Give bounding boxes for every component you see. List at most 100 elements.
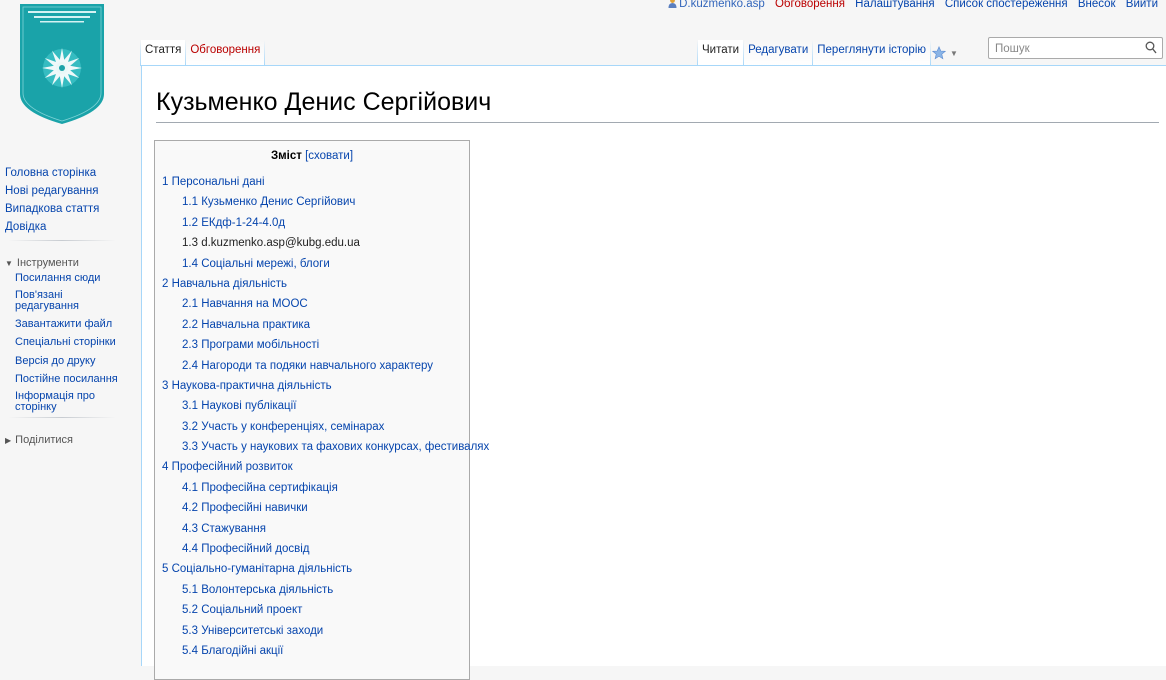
sidebar-nav-link[interactable]: Довідка <box>5 218 125 236</box>
toc-header: Зміст [сховати] <box>155 150 469 166</box>
toc-number: 1.2 <box>182 216 198 229</box>
toc-number: 5.2 <box>182 604 198 617</box>
sidebar-tool-link[interactable]: Постійне посилання <box>15 370 125 389</box>
toc-text: Навчальна діяльність <box>171 277 288 290</box>
view-tabs: Читати Редагувати Переглянути історію ▼ <box>697 40 961 67</box>
toc-text: Університетські заходи <box>201 624 324 637</box>
navigation-portal: Головна сторінка Нові редагування Випадков… <box>5 164 125 236</box>
site-logo[interactable] <box>18 2 106 126</box>
sidebar-nav-link[interactable]: Нові редагування <box>5 182 125 200</box>
toc-number: 5.3 <box>182 624 198 637</box>
toc-text: Соціально-гуманітарна діяльність <box>171 563 353 576</box>
toc-text: Соціальний проект <box>201 604 303 617</box>
toc-item[interactable]: 2.1 Навчання на MOOC <box>162 296 489 316</box>
table-of-contents: Зміст [сховати] 1 Персональні дані 1.1 Ку… <box>154 140 489 680</box>
toc-text: Професійна сертифікація <box>201 481 338 494</box>
tab-separator <box>264 40 266 66</box>
toc-text: Благодійні акції <box>201 644 284 657</box>
toc-text: Наукова-практична діяльність <box>171 379 332 392</box>
toc-item[interactable]: 2.3 Програми мобільності <box>162 337 489 357</box>
personal-tools: D.kuzmenko.asp Обговорення Налаштування … <box>661 0 1158 10</box>
toc-item[interactable]: 5.4 Благодійні акції <box>162 643 489 663</box>
tab-edit[interactable]: Редагувати <box>744 40 813 67</box>
preferences-link[interactable]: Налаштування <box>855 0 934 10</box>
content-area: Кузьменко Денис Сергійович Зміст [сховат… <box>141 65 1166 680</box>
toc-number: 4 <box>162 461 169 474</box>
toc-text: Участь у конференціях, семінарах <box>201 420 385 433</box>
toc-number: 3.1 <box>182 400 198 413</box>
tools-heading[interactable]: ▼ Інструменти <box>5 252 125 269</box>
sidebar: Головна сторінка Нові редагування Випадков… <box>5 164 125 446</box>
sidebar-nav-link[interactable]: Випадкова стаття <box>5 200 125 218</box>
toc-toggle-link[interactable]: [сховати] <box>305 150 353 162</box>
user-talk-link[interactable]: Обговорення <box>775 0 845 10</box>
toc-item[interactable]: 4.2 Професійні навички <box>162 500 489 520</box>
toc-number: 3 <box>162 379 169 392</box>
toc-number: 2.1 <box>182 298 198 311</box>
toc-number: 2.4 <box>182 359 198 372</box>
user-icon <box>668 0 677 8</box>
toc-text: ЕКдф-1-24-4.0д <box>201 216 286 229</box>
toc-item[interactable]: 2.2 Навчальна практика <box>162 317 489 337</box>
contributions-link[interactable]: Внесок <box>1078 0 1116 10</box>
toc-number: 1 <box>162 176 169 188</box>
toc-item[interactable]: 1.3 d.kuzmenko.asp@kubg.edu.ua <box>162 235 489 255</box>
tab-history[interactable]: Переглянути історію <box>813 40 930 67</box>
sidebar-nav-link[interactable]: Головна сторінка <box>5 164 125 182</box>
tab-read[interactable]: Читати <box>698 40 744 67</box>
search-icon[interactable] <box>1145 41 1157 54</box>
toc-item[interactable]: 3 Наукова-практична діяльність <box>162 378 489 398</box>
toc-item[interactable]: 2.4 Нагороди та подяки навчального харак… <box>162 358 489 378</box>
sidebar-tool-link[interactable]: Інформація про сторінку <box>15 390 125 413</box>
toc-item[interactable]: 2 Навчальна діяльність <box>162 276 489 296</box>
toc-text: Персональні дані <box>171 176 265 188</box>
tools-portal: Посилання сюди Пов'язані редагування Заван… <box>5 269 125 413</box>
toc-number: 2.3 <box>182 339 198 352</box>
toc-item[interactable]: 1.1 Кузьменко Денис Сергійович <box>162 194 489 214</box>
sidebar-tool-link[interactable]: Посилання сюди <box>15 269 125 288</box>
toc-item[interactable]: 5.1 Волонтерська діяльність <box>162 582 489 602</box>
search-box <box>988 37 1163 59</box>
watch-star-icon[interactable] <box>931 40 947 66</box>
sidebar-tool-link[interactable]: Пов'язані редагування <box>15 289 125 312</box>
toc-item[interactable]: 5.3 Університетські заходи <box>162 623 489 643</box>
toc-item[interactable]: 5 Соціально-гуманітарна діяльність <box>162 561 489 581</box>
toc-text: Навчання на MOOC <box>201 298 308 311</box>
toc-text: Участь у наукових та фахових конкурсах, … <box>201 441 490 454</box>
toc-number: 4.2 <box>182 502 198 515</box>
page-title: Кузьменко Денис Сергійович <box>156 88 492 116</box>
toc-item[interactable]: 5.2 Соціальний проект <box>162 602 489 622</box>
toc-number: 5.1 <box>182 583 198 596</box>
toc-text: Волонтерська діяльність <box>201 583 334 596</box>
toc-item[interactable]: 4.4 Професійний досвід <box>162 541 489 561</box>
toc-text: Соціальні мережі, блоги <box>201 257 330 270</box>
toc-item[interactable]: 1 Персональні дані <box>162 174 489 194</box>
toc-item[interactable]: 4 Професійний розвиток <box>162 459 489 479</box>
toc-text: Професійні навички <box>201 502 308 515</box>
tab-article[interactable]: Стаття <box>141 40 186 67</box>
toc-item[interactable]: 4.1 Професійна сертифікація <box>162 480 489 500</box>
toc-text: Програми мобільності <box>201 339 320 352</box>
sidebar-tool-link[interactable]: Спеціальні сторінки <box>15 333 125 352</box>
sidebar-divider <box>8 240 116 241</box>
toc-item[interactable]: 4.3 Стажування <box>162 521 489 541</box>
sidebar-tool-link[interactable]: Версія до друку <box>15 352 125 371</box>
toc-item[interactable]: 3.1 Наукові публікації <box>162 398 489 418</box>
search-input[interactable] <box>993 39 1137 59</box>
tools-heading-label: Інструменти <box>16 257 79 269</box>
toc-number: 4.3 <box>182 522 198 535</box>
tab-discussion[interactable]: Обговорення <box>186 40 265 67</box>
toc-item[interactable]: 1.2 ЕКдф-1-24-4.0д <box>162 215 489 235</box>
toc-item[interactable]: 3.2 Участь у конференціях, семінарах <box>162 419 489 439</box>
watchlist-link[interactable]: Список спостереження <box>945 0 1068 10</box>
sidebar-tool-link[interactable]: Завантажити файл <box>15 315 125 334</box>
toc-text: Нагороди та подяки навчального характеру <box>201 359 434 372</box>
logout-link[interactable]: Вийти <box>1126 0 1158 10</box>
toc-text: Професійний досвід <box>201 543 310 556</box>
user-link[interactable]: D.kuzmenko.asp <box>668 0 768 10</box>
toc-item[interactable]: 3.3 Участь у наукових та фахових конкурс… <box>162 439 489 459</box>
share-heading[interactable]: ▶ Поділитися <box>5 429 125 446</box>
toc-item[interactable]: 1.4 Соціальні мережі, блоги <box>162 256 489 276</box>
toc-text: Професійний розвиток <box>171 461 293 474</box>
more-actions-chevron-down-icon[interactable]: ▼ <box>947 40 961 66</box>
